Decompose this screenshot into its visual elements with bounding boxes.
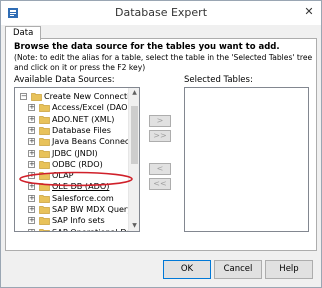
tree-item[interactable]: + SAP Info sets <box>15 215 128 226</box>
tree-viewport: − Create New Connection + Access/Excel (DAO… <box>15 88 128 231</box>
cancel-button[interactable]: Cancel <box>214 260 262 279</box>
tree-item[interactable]: + Access/Excel (DAO) <box>15 102 128 113</box>
expand-icon[interactable]: + <box>28 217 35 225</box>
tree-item[interactable]: + OLAP <box>15 170 128 181</box>
expand-icon[interactable]: + <box>28 183 35 191</box>
selected-tables-label: Selected Tables: <box>184 75 253 85</box>
tree-item-label: SAP Operational Data S <box>52 227 128 231</box>
folder-icon <box>39 160 50 169</box>
remove-table-button[interactable]: < <box>149 163 171 175</box>
folder-icon <box>39 228 50 231</box>
expand-icon[interactable]: + <box>28 194 35 202</box>
tree-item[interactable]: + Database Files <box>15 125 128 136</box>
tree-item-label: OLAP <box>52 170 74 181</box>
instruction-note: (Note: to edit the alias for a table, se… <box>14 53 313 72</box>
tree-item-label: ODBC (RDO) <box>52 158 103 169</box>
tree-item-label: SAP BW MDX Query <box>52 204 128 214</box>
tree-item[interactable]: + ADO.NET (XML) <box>15 114 128 125</box>
folder-icon <box>39 194 50 203</box>
add-all-tables-button[interactable]: >> <box>149 130 171 142</box>
tree-item-label: Access/Excel (DAO) <box>52 102 128 113</box>
expand-icon[interactable]: + <box>28 115 35 123</box>
tree-item-label: ADO.NET (XML) <box>52 113 115 124</box>
tree-item[interactable]: + OLE DB (ADO) <box>15 181 128 192</box>
title-bar[interactable]: Database Expert ✕ <box>1 1 321 25</box>
tree-item-label: SAP Info sets <box>52 215 105 226</box>
expand-icon[interactable]: + <box>28 138 35 146</box>
available-sources-label: Available Data Sources: <box>14 75 115 85</box>
close-button[interactable]: ✕ <box>301 4 317 20</box>
folder-icon <box>39 172 50 180</box>
tree-item[interactable]: + JDBC (JNDI) <box>15 148 128 159</box>
tree-item-label: Salesforce.com <box>52 192 114 203</box>
scrollbar-thumb[interactable] <box>131 106 138 164</box>
instruction-heading: Browse the data source for the tables yo… <box>14 42 280 52</box>
scroll-down-icon[interactable]: ▼ <box>129 221 139 231</box>
tree-item-label: JDBC (JNDI) <box>52 147 98 158</box>
expand-icon[interactable]: + <box>28 160 35 168</box>
database-expert-window: Database Expert ✕ Data Browse the data s… <box>0 0 322 288</box>
tree-item[interactable]: + Salesforce.com <box>15 193 128 204</box>
tree-item[interactable]: + SAP BW MDX Query <box>15 204 128 215</box>
help-button[interactable]: Help <box>265 260 313 279</box>
selected-tables-list[interactable] <box>184 87 309 232</box>
tree-item[interactable]: + SAP Operational Data S <box>15 227 128 231</box>
tree-item-label: Database Files <box>52 124 111 135</box>
folder-icon <box>39 217 50 226</box>
expand-icon[interactable]: + <box>28 126 35 134</box>
expand-icon[interactable]: + <box>28 206 35 213</box>
folder-icon <box>39 183 50 192</box>
remove-all-tables-button[interactable]: << <box>149 178 171 190</box>
tree-item[interactable]: − Create New Connection <box>15 91 128 102</box>
folder-icon <box>39 206 50 214</box>
expand-icon[interactable]: + <box>28 228 35 231</box>
folder-icon <box>39 127 50 135</box>
expand-icon[interactable]: + <box>28 149 35 157</box>
expand-icon[interactable]: + <box>28 172 35 180</box>
folder-icon <box>39 138 50 147</box>
tab-strip: Data <box>1 25 321 40</box>
folder-icon <box>39 104 50 113</box>
tree-item-label: Java Beans Connectivit <box>52 136 128 147</box>
close-icon: ✕ <box>304 5 314 18</box>
window-title: Database Expert <box>114 6 208 19</box>
available-sources-tree[interactable]: − Create New Connection + Access/Excel (DAO… <box>14 87 140 232</box>
tree-item-label: OLE DB (ADO) <box>52 181 110 192</box>
scroll-up-icon[interactable]: ▲ <box>129 88 139 98</box>
tree-item[interactable]: + ODBC (RDO) <box>15 159 128 170</box>
expand-icon[interactable]: + <box>28 104 35 112</box>
tree-item[interactable]: + Java Beans Connectivit <box>15 136 128 147</box>
tree-vertical-scrollbar[interactable]: ▲ ▼ <box>128 88 139 231</box>
ok-button[interactable]: OK <box>163 260 211 279</box>
folder-open-icon <box>31 93 42 101</box>
folder-icon <box>39 115 50 124</box>
add-table-button[interactable]: > <box>149 115 171 127</box>
tab-data[interactable]: Data <box>5 26 42 40</box>
folder-icon <box>39 149 50 158</box>
collapse-icon[interactable]: − <box>20 93 27 100</box>
tree-item-label: Create New Connection <box>44 91 128 101</box>
